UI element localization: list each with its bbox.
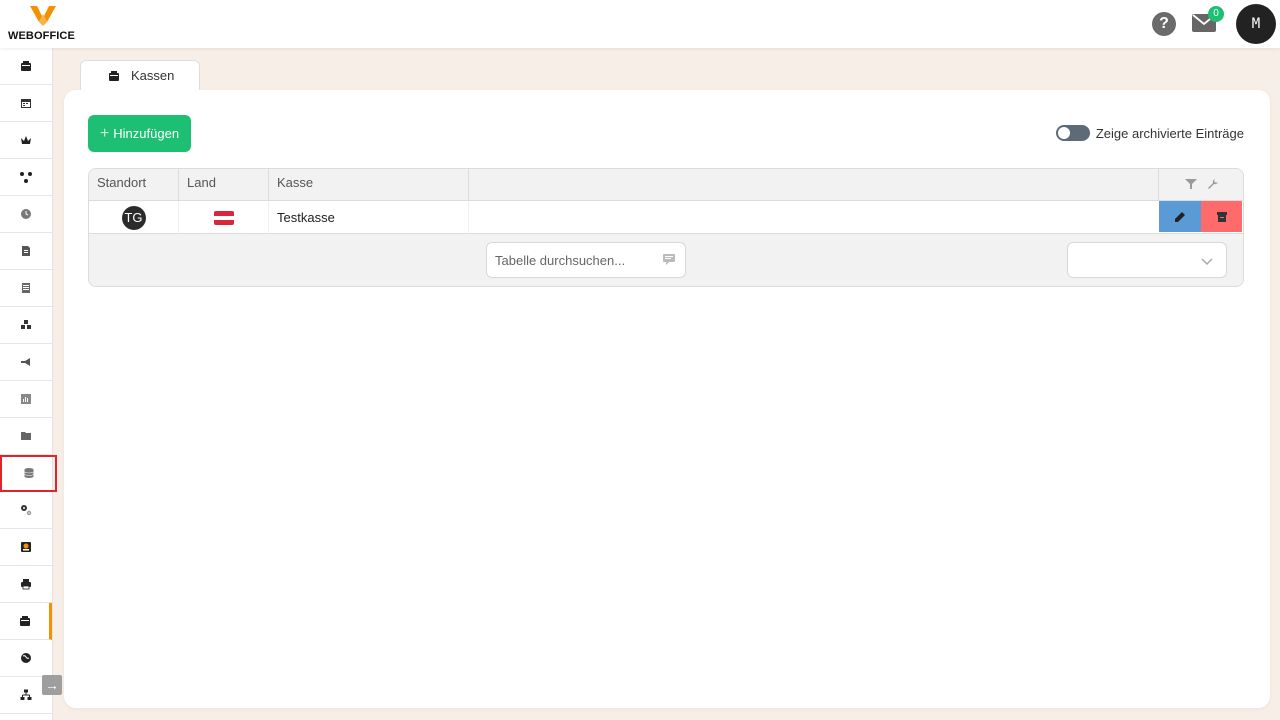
plus-icon: + — [99, 124, 110, 142]
top-bar: WEBOFFICE ? 0 M — [0, 0, 1280, 48]
archive-box-icon — [1216, 211, 1227, 222]
sidebar-item-list-document[interactable] — [0, 270, 52, 307]
wrench-icon[interactable] — [1207, 178, 1219, 190]
sitemap-icon — [20, 689, 32, 700]
crown-icon — [21, 136, 31, 144]
printer-icon — [21, 579, 31, 590]
sidebar-item-megaphone[interactable] — [0, 344, 52, 381]
pencil-icon — [1175, 211, 1185, 222]
cell-land — [179, 201, 269, 234]
archive-toggle-label: Zeige archivierte Einträge — [1095, 125, 1244, 141]
tab-label: Kassen — [131, 68, 175, 83]
archive-toggle[interactable] — [1055, 125, 1090, 141]
network-icon — [20, 172, 32, 183]
page-size-select[interactable] — [1067, 242, 1227, 278]
sidebar-item-network[interactable] — [0, 159, 52, 196]
add-button[interactable]: + Hinzufügen — [88, 115, 191, 152]
chevron-down-icon — [1201, 258, 1213, 266]
database-icon — [23, 468, 34, 478]
sidebar-item-badge[interactable] — [0, 529, 52, 566]
folder-icon — [21, 432, 31, 440]
edit-button[interactable] — [1159, 201, 1201, 232]
cell-standort: TG — [89, 201, 179, 234]
table-row[interactable]: TG Testkasse — [89, 201, 1243, 234]
sidebar-item-cash-register[interactable] — [0, 48, 52, 85]
cash-register-icon — [109, 71, 119, 81]
sidebar-item-cash-register-active[interactable] — [0, 603, 52, 640]
chart-icon — [21, 394, 31, 404]
mail-count-badge: 0 — [1208, 6, 1224, 22]
table-search — [486, 242, 686, 278]
logo-text: WEBOFFICE — [8, 30, 75, 42]
megaphone-icon — [21, 358, 30, 366]
sidebar-item-database[interactable] — [0, 455, 57, 492]
sidebar-item-printer[interactable] — [0, 566, 52, 603]
sidebar-item-clock[interactable] — [0, 196, 52, 233]
add-button-label: Hinzufügen — [113, 126, 180, 141]
user-avatar[interactable]: M — [1236, 4, 1276, 44]
weboffice-logo[interactable]: WEBOFFICE — [8, 6, 80, 42]
sidebar-item-calendar[interactable] — [0, 85, 52, 122]
sidebar-item-folder[interactable] — [0, 418, 52, 455]
settings-icon — [21, 505, 32, 516]
main-content-card: + Hinzufügen Zeige archivierte Einträge … — [64, 90, 1270, 708]
badge-icon — [21, 542, 31, 552]
column-header-standort[interactable]: Standort — [89, 169, 179, 201]
table-search-input[interactable] — [495, 252, 655, 268]
cell-kasse: Testkasse — [269, 201, 469, 234]
clock-icon — [21, 209, 31, 219]
logo-mark-icon — [30, 6, 56, 26]
sidebar-item-globe[interactable] — [0, 640, 52, 677]
comment-icon — [663, 254, 675, 265]
column-header-land[interactable]: Land — [179, 169, 269, 201]
sidebar-item-boxes[interactable] — [0, 307, 52, 344]
sidebar-item-crown[interactable] — [0, 122, 52, 159]
cash-register-icon — [21, 61, 31, 71]
archive-toggle-group: Zeige archivierte Einträge — [1055, 125, 1244, 141]
boxes-icon — [21, 320, 31, 329]
document-icon — [22, 246, 30, 256]
sidebar-expand-button[interactable]: → — [42, 675, 62, 695]
sidebar-item-chart[interactable] — [0, 381, 52, 418]
sidebar-item-document[interactable] — [0, 233, 52, 270]
sidebar-item-settings[interactable] — [0, 492, 52, 529]
austria-flag-icon — [213, 210, 234, 225]
help-icon[interactable]: ? — [1152, 12, 1176, 36]
cash-register-icon — [19, 616, 30, 626]
sidebar — [0, 48, 57, 720]
location-badge: TG — [121, 205, 146, 230]
kassen-table: Standort Land Kasse TG Testkasse — [88, 168, 1244, 287]
tab-kassen[interactable]: Kassen — [80, 60, 200, 90]
calendar-icon — [21, 99, 31, 108]
filter-icon[interactable] — [1185, 178, 1197, 190]
globe-icon — [21, 653, 31, 663]
table-header: Standort Land Kasse — [89, 169, 1243, 201]
column-header-spacer — [469, 169, 1159, 201]
column-header-kasse[interactable]: Kasse — [269, 169, 469, 201]
archive-button[interactable] — [1201, 201, 1242, 232]
list-document-icon — [22, 283, 30, 293]
